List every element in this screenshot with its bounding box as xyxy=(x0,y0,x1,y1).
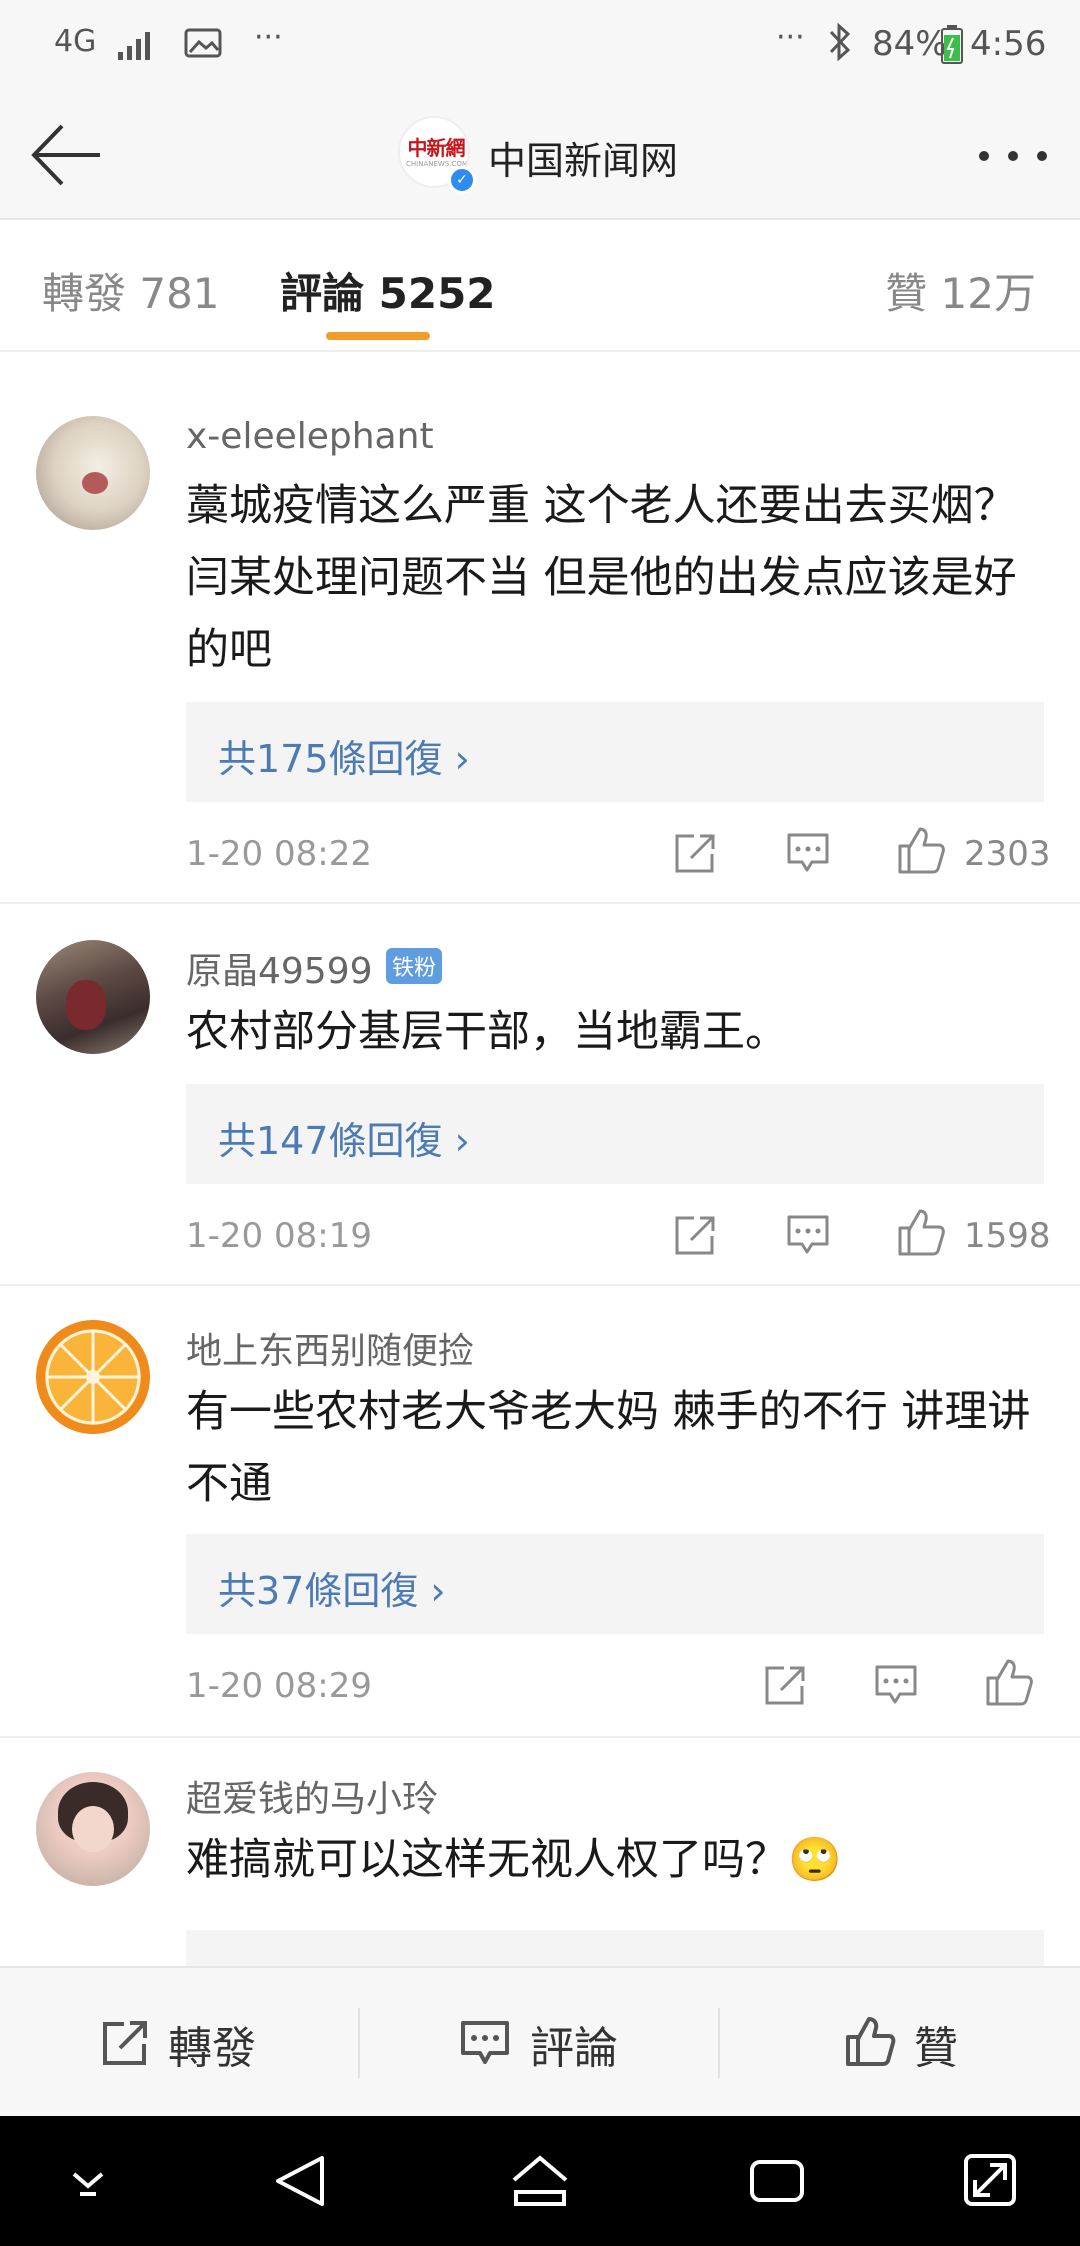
avatar[interactable] xyxy=(36,1320,150,1434)
like-label: 贊 xyxy=(914,2023,958,2074)
tab-comment[interactable]: 評論 5252 xyxy=(280,260,496,321)
battery-percent: 84% xyxy=(872,24,948,64)
divider xyxy=(358,2008,360,2078)
replies-count: 共37條回復 › xyxy=(218,1569,446,1613)
comment-button[interactable]: 評論 xyxy=(458,1998,638,2088)
notification-more-indicator: ··· xyxy=(254,20,283,55)
comment-username[interactable]: 原晶49599 xyxy=(186,942,373,994)
replies-link[interactable]: 共538條回復 › xyxy=(186,1930,1044,1966)
comment-username[interactable]: 地上东西别随便捡 xyxy=(186,1322,474,1374)
replies-link[interactable]: 共37條回復 › xyxy=(186,1534,1044,1634)
replies-count: 共147條回復 › xyxy=(218,1119,470,1163)
battery-icon xyxy=(941,25,963,64)
divider xyxy=(718,2008,720,2078)
back-nav-icon[interactable] xyxy=(272,2152,328,2210)
network-type-indicator: 4G xyxy=(54,24,97,59)
comment-item: x-eleelephant 藁城疫情这么严重 这个老人还要出去买烟？ 闫某处理问… xyxy=(0,374,1080,904)
like-count: 1598 xyxy=(964,1216,1051,1256)
comment-label: 評論 xyxy=(530,2023,618,2074)
clock: 4:56 xyxy=(970,24,1047,64)
like-thumb-icon[interactable] xyxy=(896,1208,946,1258)
repost-icon[interactable] xyxy=(672,830,718,876)
comment-item: 超爱钱的马小玲 难搞就可以这样无视人权了吗？🙄 共538條回復 › xyxy=(0,1738,1080,1966)
bottom-action-bar: 轉發 評論 贊 xyxy=(0,1966,1080,2118)
back-arrow-icon[interactable] xyxy=(28,122,104,188)
tab-like[interactable]: 贊 12万 xyxy=(885,260,1036,321)
avatar[interactable] xyxy=(36,1772,150,1886)
like-thumb-icon[interactable] xyxy=(896,826,946,876)
replies-count: 共538條回復 › xyxy=(218,1956,470,1966)
active-tab-indicator xyxy=(326,332,430,340)
replies-link[interactable]: 共147條回復 › xyxy=(186,1084,1044,1184)
comment-text: 藁城疫情这么严重 这个老人还要出去买烟？ 闫某处理问题不当 但是他的出发点应该是… xyxy=(186,481,1017,675)
comment-item: 地上东西别随便捡 有一些农村老大爷老大妈 棘手的不行 讲理讲不通 共37條回復 … xyxy=(0,1286,1080,1738)
home-nav-icon[interactable] xyxy=(508,2152,572,2210)
avatar[interactable] xyxy=(36,940,150,1054)
title-bar: 中新網 CHINANEWS.COM ✓ 中国新闻网 xyxy=(0,92,1080,220)
system-navigation-bar xyxy=(0,2116,1080,2246)
like-count: 2303 xyxy=(964,834,1051,874)
tab-bar: 轉發 781 評論 5252 贊 12万 xyxy=(0,220,1080,352)
comment-time: 1-20 08:29 xyxy=(186,1666,372,1706)
hide-keyboard-icon[interactable] xyxy=(66,2164,110,2200)
like-thumb-icon[interactable] xyxy=(984,1658,1034,1708)
verified-badge-icon: ✓ xyxy=(448,166,476,194)
fan-badge: 铁粉 xyxy=(386,948,443,984)
replies-count: 共175條回復 › xyxy=(218,737,470,781)
repost-button[interactable]: 轉發 xyxy=(96,1998,276,2088)
status-more-indicator: ··· xyxy=(776,20,805,55)
logo-text: 中新網 xyxy=(407,136,466,160)
comment-text: 有一些农村老大爷老大妈 棘手的不行 讲理讲不通 xyxy=(186,1387,1031,1509)
like-button[interactable]: 贊 xyxy=(844,1998,984,2088)
comment-icon[interactable] xyxy=(786,832,830,874)
orange-slice-icon xyxy=(45,1329,141,1425)
recent-apps-icon[interactable] xyxy=(748,2156,806,2206)
page-title[interactable]: 中国新闻网 xyxy=(488,130,678,185)
comment-username[interactable]: 超爱钱的马小玲 xyxy=(186,1770,438,1822)
avatar[interactable] xyxy=(36,416,150,530)
bluetooth-icon xyxy=(829,22,851,62)
comment-text: 难搞就可以这样无视人权了吗？🙄 xyxy=(186,1835,842,1885)
more-options-icon[interactable] xyxy=(978,148,1048,164)
tab-repost[interactable]: 轉發 781 xyxy=(42,260,220,321)
status-bar: 4G ··· ··· 84% 4:56 xyxy=(0,0,1080,92)
repost-icon[interactable] xyxy=(762,1662,808,1708)
replies-link[interactable]: 共175條回復 › xyxy=(186,702,1044,802)
comment-text: 农村部分基层干部，当地霸王。 xyxy=(186,1007,788,1057)
comment-time: 1-20 08:22 xyxy=(186,834,372,874)
like-thumb-icon xyxy=(846,2017,896,2066)
repost-icon[interactable] xyxy=(672,1212,718,1258)
comment-icon xyxy=(461,2021,509,2064)
comment-time: 1-20 08:19 xyxy=(186,1216,372,1256)
comment-item: 原晶49599 铁粉 农村部分基层干部，当地霸王。 共147條回復 › 1-20… xyxy=(0,904,1080,1286)
image-notification-icon xyxy=(184,28,222,58)
comment-icon[interactable] xyxy=(786,1214,830,1256)
signal-icon xyxy=(118,32,150,60)
comment-username[interactable]: x-eleelephant xyxy=(186,416,434,457)
repost-label: 轉發 xyxy=(168,2023,256,2074)
repost-icon xyxy=(103,2021,147,2065)
comment-icon[interactable] xyxy=(874,1664,918,1706)
expand-icon[interactable] xyxy=(962,2152,1018,2208)
